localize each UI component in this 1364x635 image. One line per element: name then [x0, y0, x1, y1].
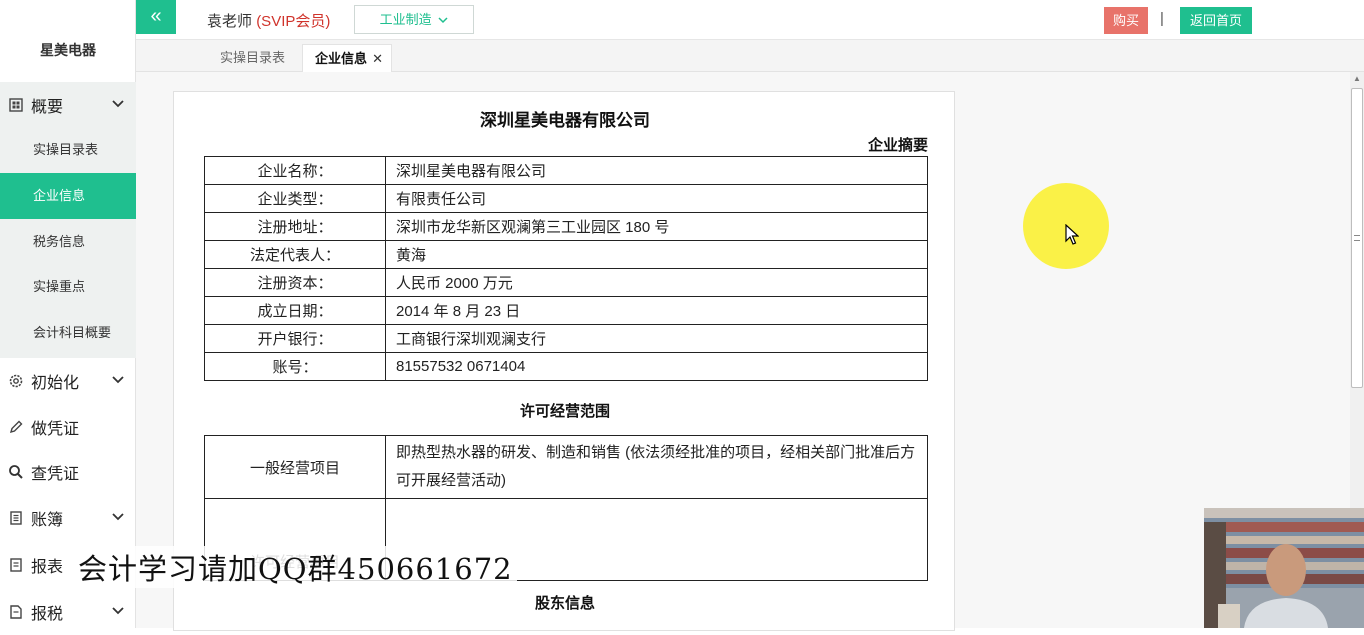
- mouse-pointer-icon: [1065, 224, 1079, 245]
- sidebar-item-label: 企业信息: [33, 188, 86, 203]
- close-icon[interactable]: ✕: [372, 45, 383, 73]
- sidebar-group-label: 报表: [31, 559, 64, 576]
- double-chevron-left-icon: «: [150, 5, 162, 27]
- user-name: 袁老师: [207, 13, 253, 30]
- search-icon: [8, 464, 24, 480]
- info-value: 有限责任公司: [385, 184, 928, 213]
- buy-button[interactable]: 购买: [1104, 7, 1148, 34]
- table-row: 开户银行： 工商银行深圳观澜支行: [204, 324, 928, 353]
- gear-icon: [8, 373, 24, 389]
- main-content: 深圳星美电器有限公司 企业摘要 企业名称： 深圳星美电器有限公司 企业类型： 有限责任…: [136, 72, 1350, 631]
- sidebar-group-ledger[interactable]: 账簿: [0, 495, 136, 541]
- tab-label: 实操目录表: [220, 50, 286, 65]
- chevron-down-icon: [112, 513, 124, 521]
- scope-value: 即热型热水器的研发、制造和销售 (依法须经批准的项目，经相关部门批准后方可开展经…: [385, 435, 928, 499]
- divider: |: [1160, 10, 1164, 27]
- sidebar-group-query-voucher[interactable]: 查凭证: [0, 449, 136, 495]
- sidebar: 星美电器 概要 实操目录表 企业信息 税务信息 实操重点 会计科目概要 初始化 …: [0, 0, 136, 628]
- user-info: 袁老师 (SVIP会员): [207, 10, 330, 31]
- table-row: 一般经营项目 即热型热水器的研发、制造和销售 (依法须经批准的项目，经相关部门批…: [204, 435, 928, 499]
- info-key: 法定代表人：: [204, 240, 386, 269]
- sidebar-group-make-voucher[interactable]: 做凭证: [0, 404, 136, 450]
- chevron-down-icon: [112, 100, 124, 108]
- info-value: 深圳市龙华新区观澜第三工业园区 180 号: [385, 212, 928, 241]
- sidebar-item-practice-catalog[interactable]: 实操目录表: [0, 127, 136, 173]
- info-key: 企业类型：: [204, 184, 386, 213]
- dashboard-icon: [8, 97, 24, 113]
- sidebar-group-label: 做凭证: [31, 421, 80, 438]
- industry-dropdown[interactable]: 工业制造: [354, 5, 474, 34]
- company-title: 深圳星美电器有限公司: [480, 111, 650, 130]
- sidebar-group-label: 概要: [31, 99, 64, 116]
- table-row: 企业名称： 深圳星美电器有限公司: [204, 156, 928, 185]
- scroll-up-icon[interactable]: ▲: [1350, 72, 1364, 86]
- sidebar-item-tax-info[interactable]: 税务信息: [0, 219, 136, 265]
- info-key: 账号：: [204, 352, 386, 381]
- table-row: 法定代表人： 黄海: [204, 240, 928, 269]
- info-key: 企业名称：: [204, 156, 386, 185]
- sidebar-group-label: 初始化: [31, 375, 80, 392]
- info-value: 工商银行深圳观澜支行: [385, 324, 928, 353]
- scope-title: 许可经营范围: [519, 403, 610, 420]
- pen-icon: [8, 419, 24, 435]
- tab-label: 企业信息: [315, 51, 368, 66]
- table-row: 成立日期： 2014 年 8 月 23 日: [204, 296, 928, 325]
- industry-label: 工业制造: [379, 12, 432, 27]
- info-key: 注册地址：: [204, 212, 386, 241]
- sidebar-group-label: 查凭证: [31, 466, 80, 483]
- sidebar-group-label: 报税: [31, 606, 64, 623]
- tab-company-info[interactable]: 企业信息 ✕: [302, 44, 392, 72]
- sidebar-item-practice-key-points[interactable]: 实操重点: [0, 264, 136, 310]
- report-icon: [8, 557, 24, 573]
- tab-bar: 实操目录表 企业信息 ✕: [136, 40, 1364, 72]
- sidebar-item-label: 会计科目概要: [33, 325, 112, 340]
- sidebar-group-init[interactable]: 初始化: [0, 358, 136, 404]
- presenter-video-image: [1204, 508, 1364, 628]
- collapse-sidebar-button[interactable]: «: [136, 0, 176, 34]
- top-bar: « 袁老师 (SVIP会员) 工业制造 购买 | 返回首页: [136, 0, 1364, 40]
- sidebar-item-label: 税务信息: [33, 234, 86, 249]
- tax-icon: [8, 604, 24, 620]
- brand-name: 星美电器: [40, 42, 96, 58]
- scope-key: 一般经营项目: [204, 435, 386, 499]
- info-value: 2014 年 8 月 23 日: [385, 296, 928, 325]
- info-value: 深圳星美电器有限公司: [385, 156, 928, 185]
- chevron-down-icon: [112, 607, 124, 615]
- info-key: 成立日期：: [204, 296, 386, 325]
- sidebar-item-account-summary[interactable]: 会计科目概要: [0, 310, 136, 356]
- grip-icon: [1354, 235, 1360, 241]
- chevron-down-icon: [112, 376, 124, 384]
- book-icon: [8, 510, 24, 526]
- home-button[interactable]: 返回首页: [1180, 7, 1252, 34]
- company-info-table: 企业名称： 深圳星美电器有限公司 企业类型： 有限责任公司 注册地址： 深圳市龙华新区观澜…: [204, 156, 928, 381]
- sidebar-item-label: 实操目录表: [33, 142, 99, 157]
- watermark-text: 会计学习请加QQ群450661672: [74, 546, 517, 588]
- sidebar-item-company-info[interactable]: 企业信息: [0, 173, 136, 219]
- table-row: 账号： 81557532 0671404: [204, 352, 928, 381]
- tab-practice-catalog[interactable]: 实操目录表: [220, 44, 285, 72]
- sidebar-item-label: 实操重点: [33, 279, 86, 294]
- summary-label: 企业摘要: [867, 137, 928, 154]
- table-row: 注册资本： 人民币 2000 万元: [204, 268, 928, 297]
- info-value: 人民币 2000 万元: [385, 268, 928, 297]
- info-value: 81557532 0671404: [385, 352, 928, 381]
- info-value: 黄海: [385, 240, 928, 269]
- info-key: 注册资本：: [204, 268, 386, 297]
- sidebar-group-tax[interactable]: 报税: [0, 589, 136, 635]
- table-row: 注册地址： 深圳市龙华新区观澜第三工业园区 180 号: [204, 212, 928, 241]
- user-level-badge: (SVIP会员): [256, 13, 331, 30]
- table-row: 企业类型： 有限责任公司: [204, 184, 928, 213]
- shareholder-title: 股东信息: [534, 595, 595, 612]
- sidebar-group-overview[interactable]: 概要: [0, 82, 136, 128]
- chevron-down-icon: [438, 17, 448, 24]
- webcam-video: [1204, 508, 1364, 628]
- sidebar-group-label: 账簿: [31, 512, 64, 529]
- scroll-thumb[interactable]: [1351, 88, 1363, 388]
- info-key: 开户银行：: [204, 324, 386, 353]
